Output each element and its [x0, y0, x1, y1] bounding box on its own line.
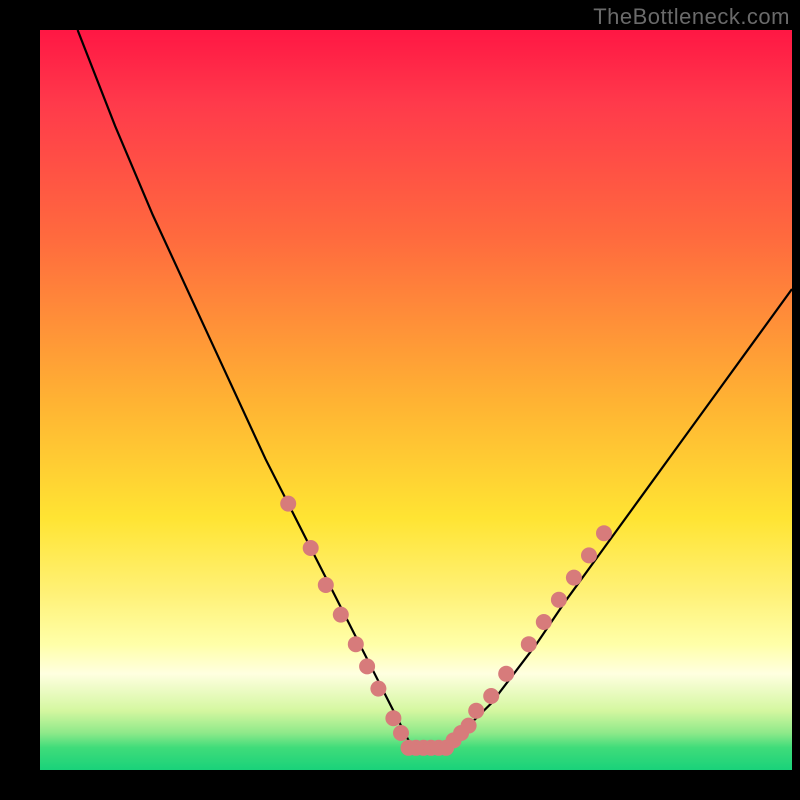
marker-dot [468, 703, 484, 719]
plot-area [40, 30, 792, 770]
marker-dot [303, 540, 319, 556]
bottleneck-curve [78, 30, 792, 748]
marker-dot [280, 496, 296, 512]
marker-dot [566, 570, 582, 586]
highlighted-points [280, 496, 612, 756]
chart-svg [40, 30, 792, 770]
marker-dot [370, 681, 386, 697]
chart-frame: TheBottleneck.com [0, 0, 800, 800]
watermark-text: TheBottleneck.com [593, 4, 790, 30]
marker-dot [498, 666, 514, 682]
marker-dot [461, 718, 477, 734]
marker-dot [359, 658, 375, 674]
marker-dot [318, 577, 334, 593]
marker-dot [596, 525, 612, 541]
marker-dot [385, 710, 401, 726]
marker-dot [536, 614, 552, 630]
marker-dot [551, 592, 567, 608]
marker-dot [348, 636, 364, 652]
marker-dot [581, 547, 597, 563]
marker-dot [393, 725, 409, 741]
marker-dot [483, 688, 499, 704]
marker-dot [521, 636, 537, 652]
marker-dot [333, 607, 349, 623]
